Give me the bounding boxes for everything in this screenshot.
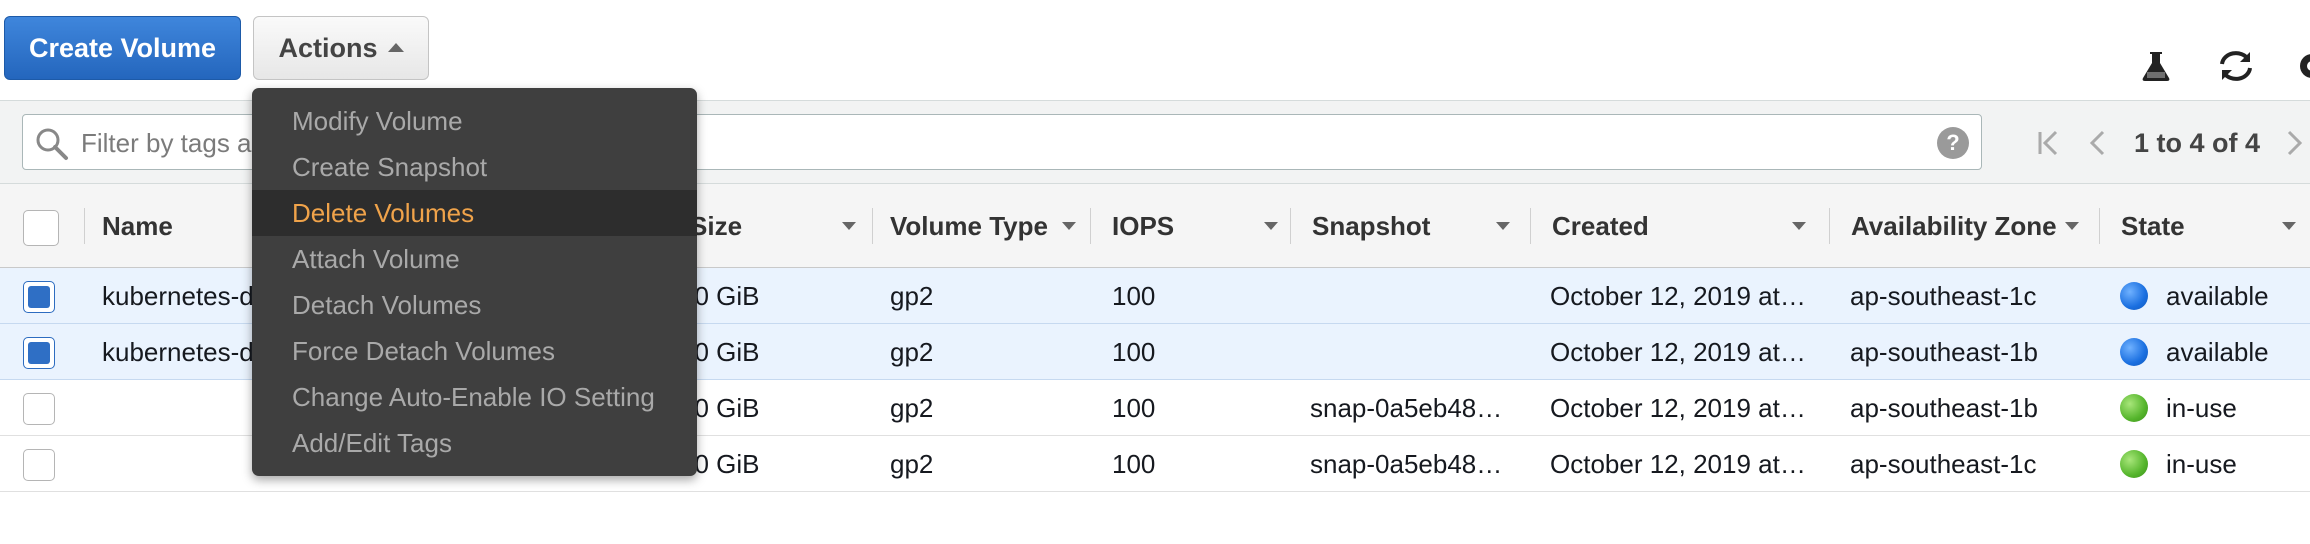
gear-icon[interactable] — [2290, 44, 2310, 88]
first-page-icon[interactable] — [2036, 128, 2062, 158]
cell-snapshot: snap-0a5eb48… — [1310, 448, 1503, 479]
toolbar: Create Volume Actions — [0, 0, 2310, 100]
cell-snapshot: snap-0a5eb48… — [1310, 392, 1503, 423]
cell-name: kubernetes-d — [102, 280, 252, 311]
cell-iops: 100 — [1112, 448, 1156, 479]
actions-button[interactable]: Actions — [253, 16, 429, 80]
column-header-snapshot[interactable]: Snapshot — [1290, 184, 1524, 268]
menu-item-change-auto-enable-io[interactable]: Change Auto-Enable IO Setting — [252, 374, 697, 420]
chevron-up-icon — [387, 42, 404, 52]
cell-created: October 12, 2019 at… — [1550, 392, 1806, 423]
cell-name — [102, 380, 252, 436]
cell-snapshot — [1310, 268, 1510, 324]
cell-state: available — [2120, 268, 2310, 324]
column-header-created[interactable]: Created — [1530, 184, 1820, 268]
row-checkbox[interactable] — [23, 393, 55, 425]
menu-item-attach-volume[interactable]: Attach Volume — [252, 236, 697, 282]
cell-name — [102, 436, 252, 492]
state-dot-icon — [2120, 394, 2148, 422]
actions-label: Actions — [278, 32, 378, 63]
pagination: 1 to 4 of 4 — [2036, 115, 2304, 171]
cell-created: October 12, 2019 at… — [1550, 336, 1806, 367]
cell-created: October 12, 2019 at… — [1550, 448, 1806, 479]
cell-size: 20 GiB — [680, 448, 760, 479]
help-icon[interactable]: ? — [1937, 127, 1969, 159]
cell-availability-zone: ap-southeast-1b — [1850, 336, 2038, 367]
menu-item-create-snapshot[interactable]: Create Snapshot — [252, 144, 697, 190]
actions-menu: Modify Volume Create Snapshot Delete Vol… — [252, 88, 697, 476]
state-dot-icon — [2120, 338, 2148, 366]
previous-page-icon[interactable] — [2088, 128, 2108, 158]
menu-item-add-edit-tags[interactable]: Add/Edit Tags — [252, 420, 697, 466]
menu-item-modify-volume[interactable]: Modify Volume — [252, 98, 697, 144]
refresh-icon[interactable] — [2214, 44, 2258, 88]
flask-icon[interactable] — [2134, 44, 2178, 88]
search-icon — [36, 128, 68, 160]
cell-volume-type: gp2 — [890, 280, 934, 311]
column-header-size[interactable]: Size — [690, 184, 870, 268]
cell-state: in-use — [2120, 436, 2310, 492]
cell-size: 20 GiB — [680, 280, 760, 311]
cell-name: kubernetes-d — [102, 336, 252, 367]
row-checkbox[interactable] — [23, 281, 55, 313]
column-header-volume-type[interactable]: Volume Type — [872, 184, 1090, 268]
state-dot-icon — [2120, 450, 2148, 478]
cell-snapshot — [1310, 324, 1510, 380]
cell-availability-zone: ap-southeast-1b — [1850, 392, 2038, 423]
cell-state: available — [2120, 324, 2310, 380]
cell-iops: 100 — [1112, 336, 1156, 367]
cell-state: in-use — [2120, 380, 2310, 436]
column-header-availability-zone[interactable]: Availability Zone — [1829, 184, 2093, 268]
next-page-icon[interactable] — [2284, 128, 2304, 158]
pagination-text: 1 to 4 of 4 — [2134, 127, 2261, 158]
cell-availability-zone: ap-southeast-1c — [1850, 280, 2037, 311]
cell-availability-zone: ap-southeast-1c — [1850, 448, 2037, 479]
cell-volume-type: gp2 — [890, 392, 934, 423]
row-checkbox[interactable] — [23, 337, 55, 369]
row-checkbox[interactable] — [23, 449, 55, 481]
cell-size: 20 GiB — [680, 392, 760, 423]
state-dot-icon — [2120, 282, 2148, 310]
menu-item-detach-volumes[interactable]: Detach Volumes — [252, 282, 697, 328]
menu-item-delete-volumes[interactable]: Delete Volumes — [252, 190, 697, 236]
cell-iops: 100 — [1112, 392, 1156, 423]
cell-created: October 12, 2019 at… — [1550, 280, 1806, 311]
cell-volume-type: gp2 — [890, 448, 934, 479]
cell-size: 20 GiB — [680, 336, 760, 367]
cell-iops: 100 — [1112, 280, 1156, 311]
cell-volume-type: gp2 — [890, 336, 934, 367]
create-volume-button[interactable]: Create Volume — [4, 16, 241, 80]
menu-item-force-detach-volumes[interactable]: Force Detach Volumes — [252, 328, 697, 374]
select-all-checkbox[interactable] — [23, 210, 59, 246]
column-header-iops[interactable]: IOPS — [1090, 184, 1292, 268]
column-header-state[interactable]: State — [2099, 184, 2310, 268]
